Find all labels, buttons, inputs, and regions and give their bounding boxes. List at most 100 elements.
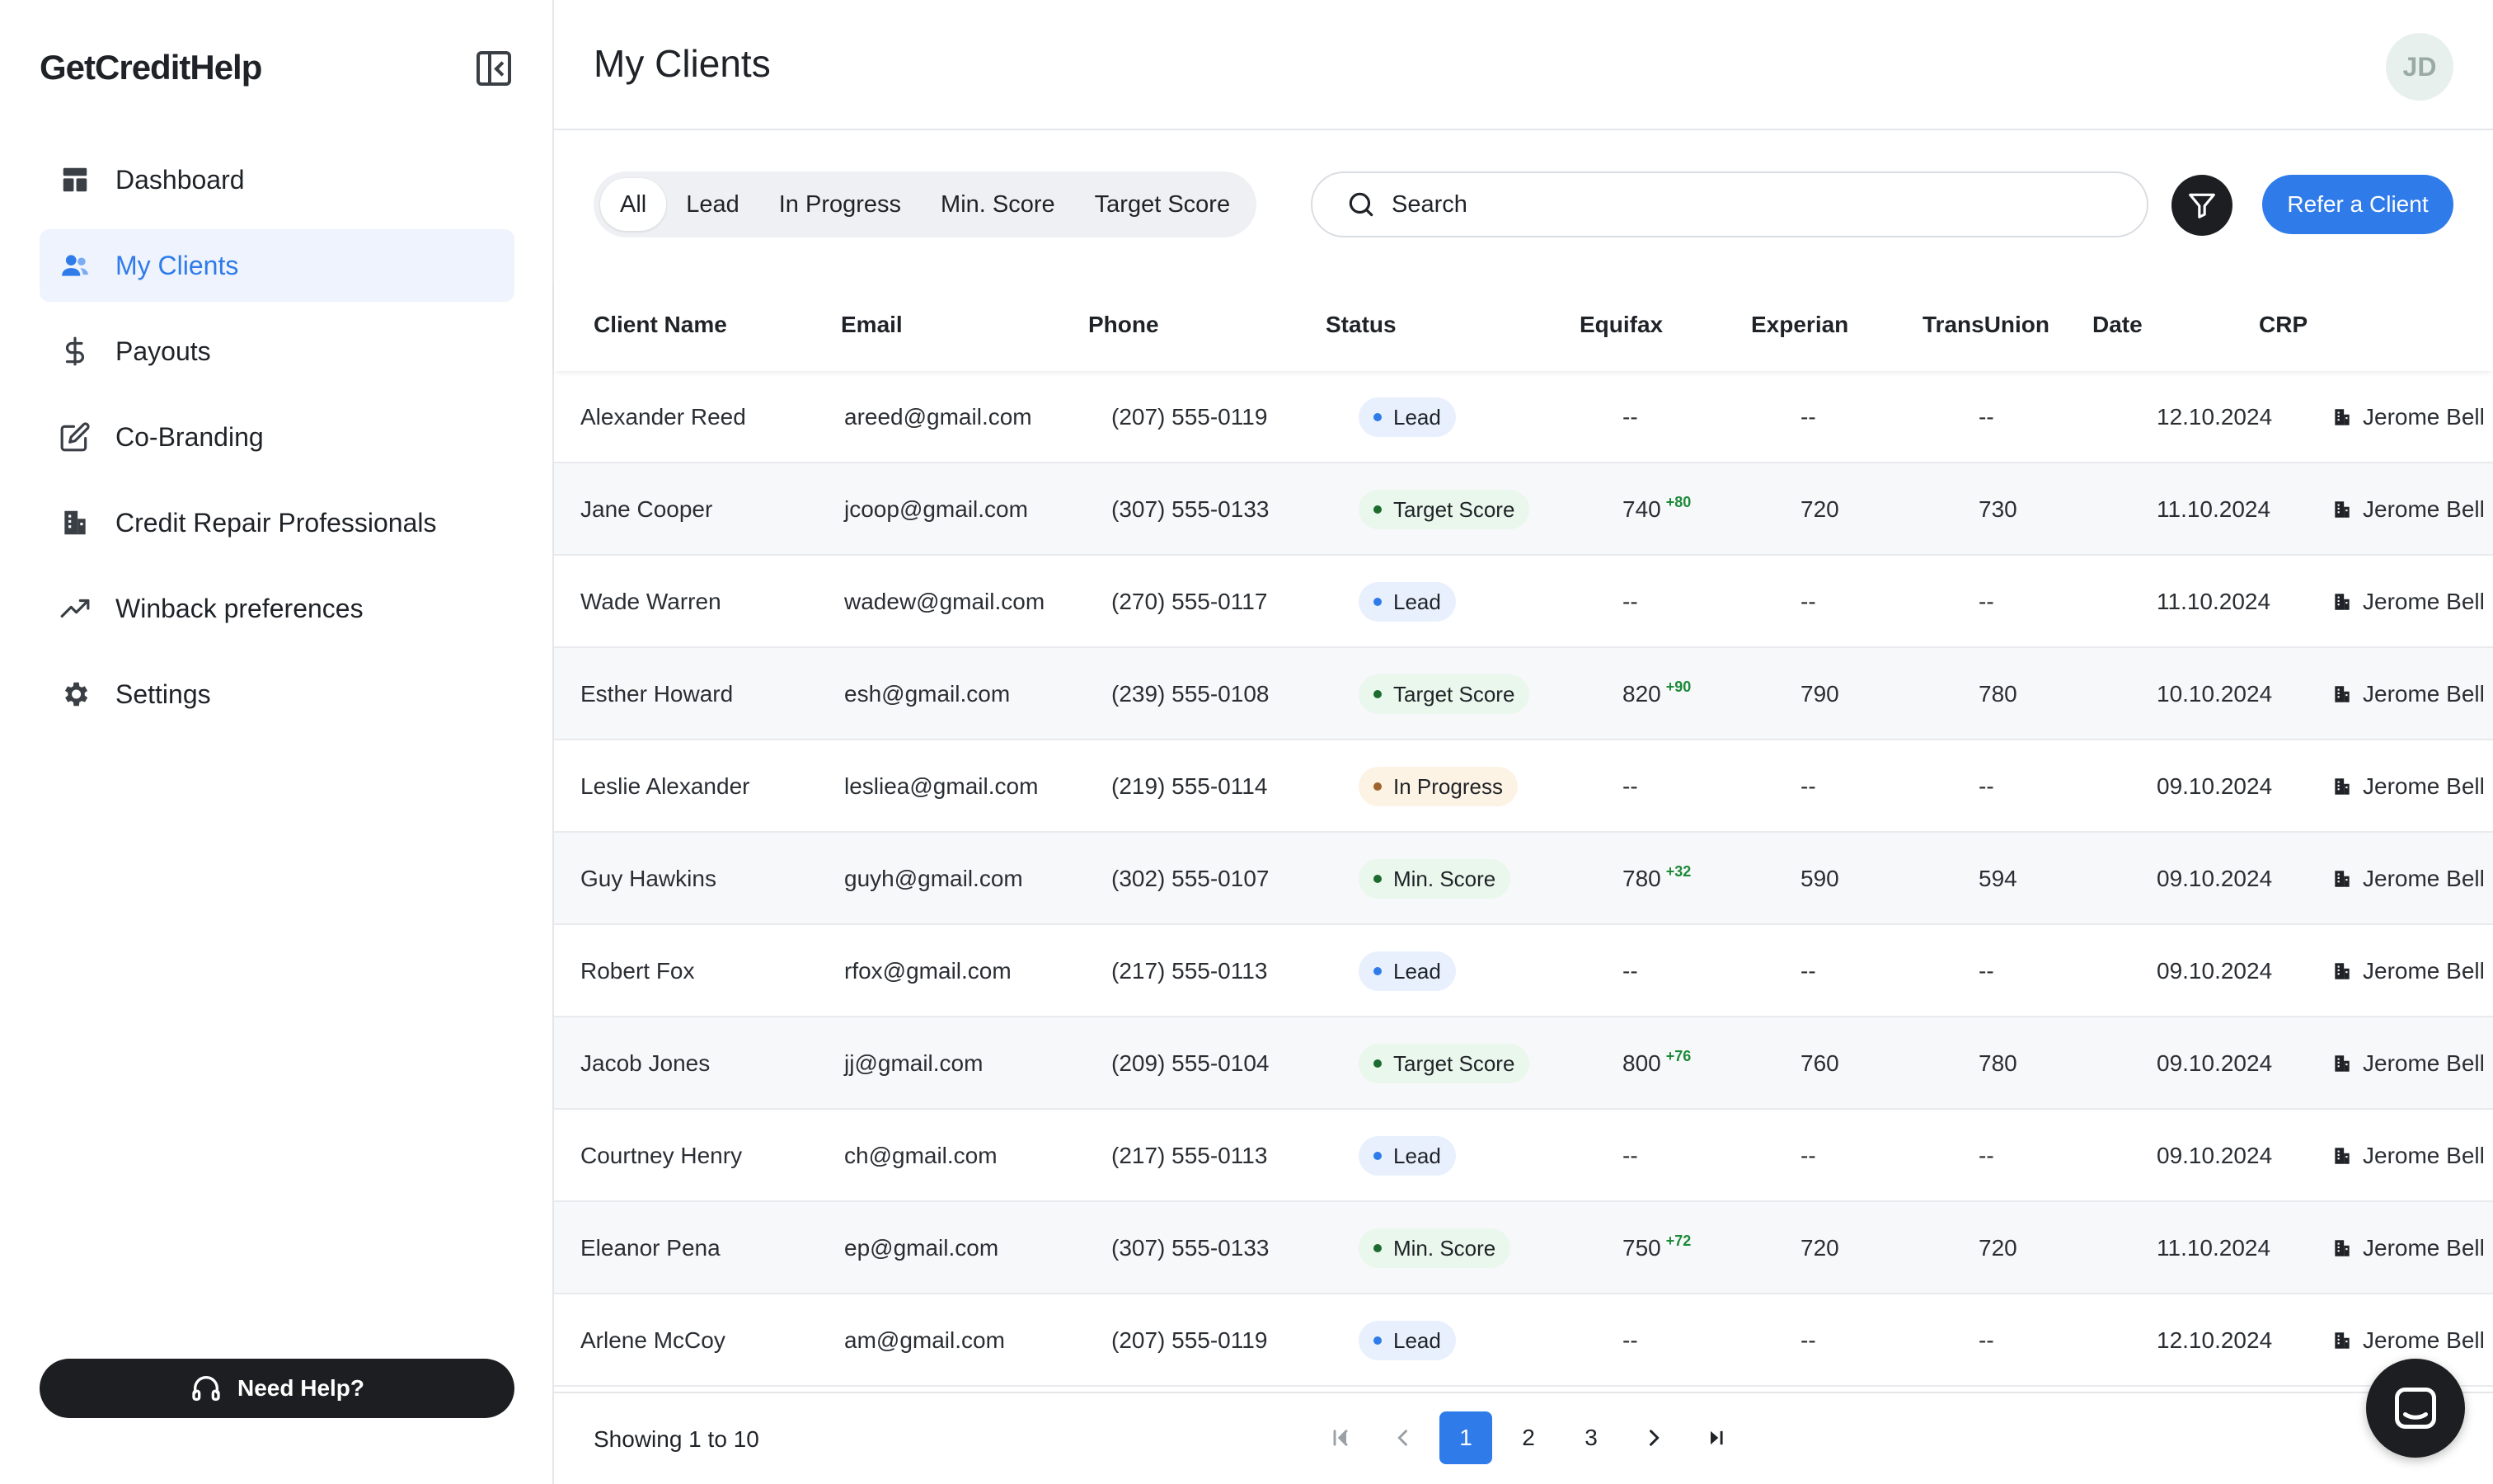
sidebar-item-settings[interactable]: Settings bbox=[40, 658, 514, 730]
status-label: Lead bbox=[1393, 958, 1441, 984]
equifax-score: -- bbox=[1622, 958, 1638, 984]
sidebar-item-winback-preferences[interactable]: Winback preferences bbox=[40, 572, 514, 645]
crp-name: Jerome Bell bbox=[2363, 589, 2485, 614]
tab-lead[interactable]: Lead bbox=[666, 178, 759, 231]
col-client-name[interactable]: Client Name bbox=[594, 312, 727, 338]
equifax-score: -- bbox=[1622, 1327, 1638, 1354]
col-phone[interactable]: Phone bbox=[1088, 312, 1159, 338]
tab-all[interactable]: All bbox=[600, 178, 667, 231]
cell-phone: (219) 555-0114 bbox=[1111, 773, 1268, 799]
cell-name: Eleanor Pena bbox=[580, 1235, 721, 1261]
table-row[interactable]: Arlene McCoy am@gmail.com (207) 555-0119 Le… bbox=[554, 1294, 2493, 1387]
cell-date: 11.10.2024 bbox=[2157, 1235, 2271, 1261]
cell-phone: (270) 555-0117 bbox=[1111, 589, 1268, 614]
crp-cell: Jerome Bell bbox=[2331, 866, 2485, 892]
search-input[interactable] bbox=[1392, 190, 2051, 218]
prev-page-button[interactable] bbox=[1377, 1411, 1430, 1464]
equifax-score: 750 +72 bbox=[1622, 1233, 1691, 1261]
page-3-button[interactable]: 3 bbox=[1565, 1411, 1617, 1464]
status-badge-pill: Target Score bbox=[1359, 1044, 1530, 1083]
table-row[interactable]: Jane Cooper jcoop@gmail.com (307) 555-0133… bbox=[554, 463, 2493, 556]
page-2-button[interactable]: 2 bbox=[1502, 1411, 1555, 1464]
table-row[interactable]: Alexander Reed areed@gmail.com (207) 555-0… bbox=[554, 371, 2493, 463]
cell-transunion: -- bbox=[1979, 773, 1994, 799]
equifax-score: 780 +32 bbox=[1622, 863, 1691, 892]
crp-name: Jerome Bell bbox=[2363, 958, 2485, 984]
table-row[interactable]: Robert Fox rfox@gmail.com (217) 555-0113 Le… bbox=[554, 925, 2493, 1017]
sidebar-item-dashboard[interactable]: Dashboard bbox=[40, 143, 514, 216]
cell-phone: (217) 555-0113 bbox=[1111, 958, 1268, 984]
status-label: Min. Score bbox=[1393, 1235, 1496, 1261]
table-row[interactable]: Jacob Jones jj@gmail.com (209) 555-0104 Tar… bbox=[554, 1017, 2493, 1110]
col-date[interactable]: Date bbox=[2092, 312, 2143, 338]
cell-experian: 790 bbox=[1800, 681, 1839, 707]
page-1-button[interactable]: 1 bbox=[1439, 1411, 1492, 1464]
status-dot bbox=[1373, 1244, 1382, 1252]
showing-count: Showing 1 to 10 bbox=[594, 1426, 759, 1452]
row-cells: Alexander Reed areed@gmail.com (207) 555-0… bbox=[554, 371, 2493, 462]
cell-date: 09.10.2024 bbox=[2157, 773, 2273, 799]
status-dot bbox=[1373, 1059, 1382, 1068]
row-cells: Arlene McCoy am@gmail.com (207) 555-0119 Le… bbox=[554, 1294, 2493, 1385]
avatar[interactable]: JD bbox=[2386, 33, 2453, 101]
crp-cell: Jerome Bell bbox=[2331, 496, 2485, 523]
table-row[interactable]: Wade Warren wadew@gmail.com (270) 555-0117… bbox=[554, 556, 2493, 648]
cell-name: Wade Warren bbox=[580, 589, 721, 614]
collapse-sidebar-icon[interactable] bbox=[477, 51, 511, 86]
brand-logo[interactable]: GetCreditHelp bbox=[40, 48, 262, 87]
cell-email: rfox@gmail.com bbox=[844, 958, 1012, 984]
last-page-button[interactable] bbox=[1690, 1411, 1743, 1464]
crp-cell: Jerome Bell bbox=[2331, 589, 2485, 615]
users-icon bbox=[59, 250, 91, 281]
col-crp[interactable]: CRP bbox=[2259, 312, 2308, 338]
chevron-right-icon bbox=[1650, 1430, 1660, 1446]
cell-transunion: 780 bbox=[1979, 1050, 2017, 1076]
page-header: My Clients JD bbox=[554, 0, 2493, 130]
table-row[interactable]: Courtney Henry ch@gmail.com (217) 555-0113… bbox=[554, 1110, 2493, 1202]
status-badge-pill: Min. Score bbox=[1359, 859, 1511, 899]
status-badge: Target Score bbox=[1359, 490, 1530, 529]
sidebar-item-label: Credit Repair Professionals bbox=[115, 507, 437, 538]
sidebar: GetCreditHelp Dashboard My Clients Payou… bbox=[0, 0, 554, 1484]
table-row[interactable]: Leslie Alexander lesliea@gmail.com (219) 5… bbox=[554, 740, 2493, 833]
chat-support-button[interactable] bbox=[2366, 1359, 2465, 1458]
sidebar-item-my-clients[interactable]: My Clients bbox=[40, 229, 514, 302]
sidebar-item-payouts[interactable]: Payouts bbox=[40, 315, 514, 387]
cell-transunion: 720 bbox=[1979, 1235, 2017, 1261]
col-equifax[interactable]: Equifax bbox=[1580, 312, 1663, 338]
cell-name: Leslie Alexander bbox=[580, 773, 750, 799]
first-page-icon bbox=[1333, 1430, 1348, 1446]
col-experian[interactable]: Experian bbox=[1751, 312, 1848, 338]
equifax-delta: +90 bbox=[1665, 679, 1692, 695]
tab-target-score[interactable]: Target Score bbox=[1075, 178, 1250, 231]
need-help-button[interactable]: Need Help? bbox=[40, 1359, 514, 1418]
sidebar-item-credit-repair-professionals[interactable]: Credit Repair Professionals bbox=[40, 486, 514, 559]
page-title: My Clients bbox=[594, 42, 771, 85]
table-row[interactable]: Esther Howard esh@gmail.com (239) 555-0108… bbox=[554, 648, 2493, 740]
need-help-label: Need Help? bbox=[237, 1375, 365, 1401]
next-page-button[interactable] bbox=[1627, 1411, 1680, 1464]
tab-min-score[interactable]: Min. Score bbox=[921, 178, 1075, 231]
filter-button[interactable] bbox=[2171, 175, 2232, 236]
cell-phone: (207) 555-0119 bbox=[1111, 1327, 1268, 1353]
table-row[interactable]: Eleanor Pena ep@gmail.com (307) 555-0133 Mi… bbox=[554, 1202, 2493, 1294]
equifax-value: 820 bbox=[1622, 681, 1661, 707]
headset-icon bbox=[192, 1376, 220, 1401]
refer-client-button[interactable]: Refer a Client bbox=[2262, 175, 2453, 234]
col-status[interactable]: Status bbox=[1326, 312, 1397, 338]
sidebar-item-co-branding[interactable]: Co-Branding bbox=[40, 401, 514, 473]
col-email[interactable]: Email bbox=[841, 312, 903, 338]
cell-experian: -- bbox=[1800, 404, 1816, 430]
first-page-button[interactable] bbox=[1314, 1411, 1367, 1464]
tab-in-progress[interactable]: In Progress bbox=[759, 178, 921, 231]
cell-date: 12.10.2024 bbox=[2157, 404, 2273, 430]
col-transunion[interactable]: TransUnion bbox=[1923, 312, 2049, 338]
search-box[interactable] bbox=[1311, 171, 2148, 237]
crp-cell: Jerome Bell bbox=[2331, 404, 2485, 430]
crp-name: Jerome Bell bbox=[2363, 404, 2485, 430]
status-badge-pill: Lead bbox=[1359, 582, 1456, 622]
cell-phone: (302) 555-0107 bbox=[1111, 866, 1270, 891]
table-row[interactable]: Guy Hawkins guyh@gmail.com (302) 555-0107 M… bbox=[554, 833, 2493, 925]
crp-name: Jerome Bell bbox=[2363, 1050, 2485, 1076]
cell-experian: -- bbox=[1800, 1327, 1816, 1353]
